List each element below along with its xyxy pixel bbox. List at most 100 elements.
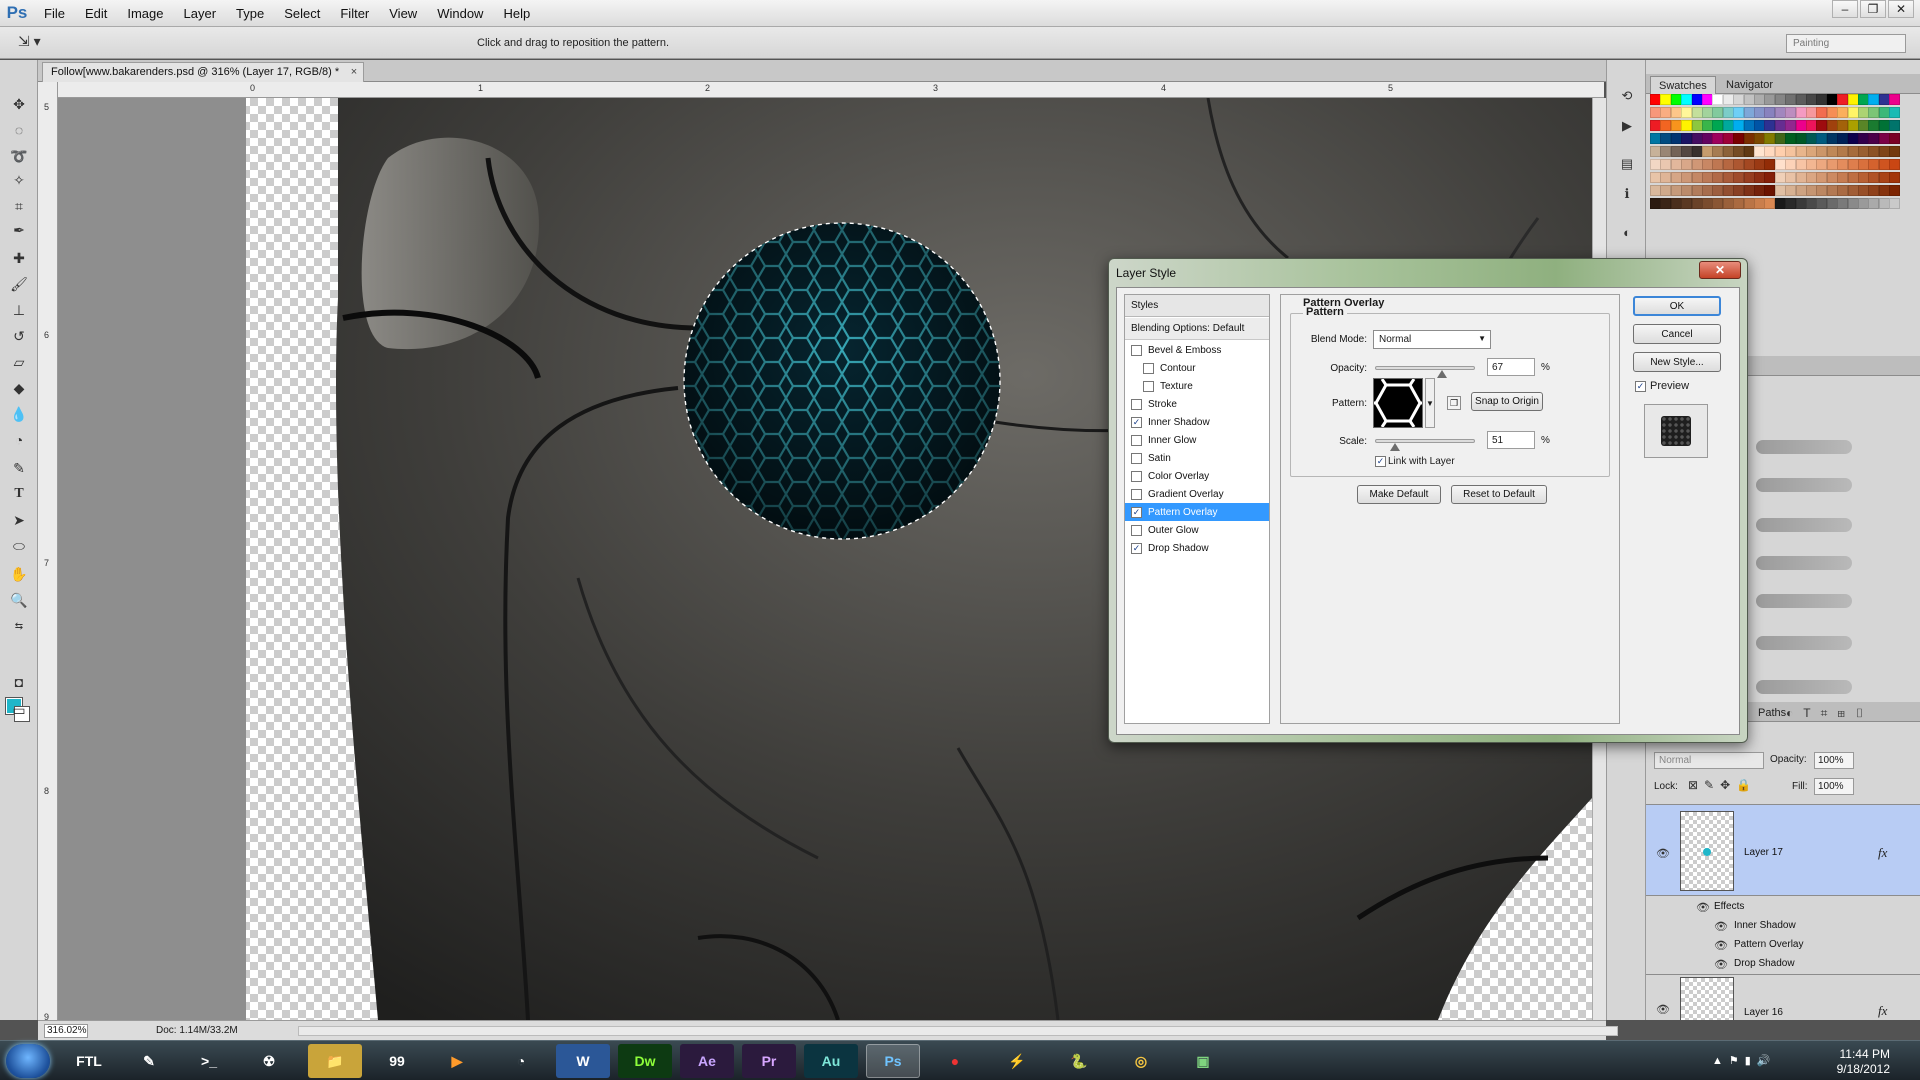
swatch[interactable]	[1868, 146, 1880, 157]
swatch[interactable]	[1764, 146, 1776, 157]
swatch[interactable]	[1670, 159, 1682, 170]
swatch[interactable]	[1733, 198, 1745, 209]
taskbar-app-energy[interactable]: ⚡	[990, 1044, 1044, 1078]
swatch[interactable]	[1858, 159, 1869, 170]
swatch[interactable]	[1660, 94, 1672, 105]
swatch[interactable]	[1774, 133, 1786, 144]
taskbar-app-after-effects[interactable]: Ae	[680, 1044, 734, 1078]
swatch[interactable]	[1754, 198, 1765, 209]
swatch[interactable]	[1785, 94, 1797, 105]
swatch[interactable]	[1702, 120, 1713, 131]
swatch[interactable]	[1878, 146, 1890, 157]
taskbar-app-monitor[interactable]: ▣	[1176, 1044, 1230, 1078]
swatch[interactable]	[1889, 159, 1901, 170]
style-item[interactable]: Texture	[1125, 377, 1269, 395]
effect-row[interactable]: 👁 Pattern Overlay	[1646, 936, 1920, 955]
swatch[interactable]	[1774, 107, 1786, 118]
swatch[interactable]	[1670, 198, 1682, 209]
tool-preset-icon[interactable]: ⇲ ▾	[18, 33, 54, 53]
swatch[interactable]	[1816, 159, 1828, 170]
swatch[interactable]	[1889, 198, 1901, 209]
adjustments-icon[interactable]: ◐	[1617, 222, 1637, 242]
minimize-icon[interactable]: –	[1832, 0, 1858, 18]
swatch[interactable]	[1743, 159, 1755, 170]
opacity-slider-thumb[interactable]	[1437, 370, 1447, 378]
visibility-eye-icon[interactable]: 👁	[1714, 939, 1728, 952]
visibility-eye-icon[interactable]: 👁	[1714, 920, 1728, 933]
swatch[interactable]	[1889, 107, 1901, 118]
snap-to-origin-button[interactable]: Snap to Origin	[1471, 392, 1543, 411]
swatch[interactable]	[1837, 133, 1849, 144]
path-selection-icon[interactable]: ➤	[8, 510, 30, 530]
swatch[interactable]	[1774, 185, 1786, 196]
swatch[interactable]	[1681, 94, 1693, 105]
style-checkbox[interactable]	[1131, 398, 1142, 410]
swatch[interactable]	[1660, 172, 1672, 183]
swatch[interactable]	[1826, 198, 1838, 209]
eraser-tool-icon[interactable]: ▱	[8, 352, 30, 372]
brush-preset[interactable]	[1756, 440, 1852, 454]
swatch[interactable]	[1764, 159, 1776, 170]
swatch[interactable]	[1878, 172, 1890, 183]
taskbar-app-photoshop[interactable]: Ps	[866, 1044, 920, 1078]
swatch[interactable]	[1847, 159, 1859, 170]
fx-icon[interactable]: fx	[1878, 1003, 1887, 1019]
visibility-eye-icon[interactable]: 👁	[1656, 1003, 1670, 1016]
swatch[interactable]	[1733, 133, 1745, 144]
swatch[interactable]	[1743, 146, 1755, 157]
eyedropper-icon[interactable]: ✒	[8, 220, 30, 240]
visibility-eye-icon[interactable]: 👁	[1696, 901, 1710, 914]
swatch[interactable]	[1754, 107, 1765, 118]
lock-icons[interactable]: ⊠✎✥🔒	[1688, 778, 1757, 792]
opacity-slider[interactable]	[1375, 366, 1475, 370]
magic-wand-icon[interactable]: ✧	[8, 170, 30, 190]
menu-select[interactable]: Select	[274, 6, 330, 21]
swatch[interactable]	[1837, 198, 1849, 209]
swatch[interactable]	[1743, 107, 1755, 118]
new-preset-icon[interactable]: ❐	[1447, 396, 1461, 410]
swatch[interactable]	[1816, 120, 1828, 131]
swatch[interactable]	[1702, 185, 1713, 196]
blur-tool-icon[interactable]: 💧	[8, 404, 30, 424]
swatch[interactable]	[1712, 146, 1724, 157]
swatch[interactable]	[1681, 146, 1693, 157]
checkbox[interactable]: ✓	[1635, 380, 1646, 392]
menu-edit[interactable]: Edit	[75, 6, 117, 21]
swatch[interactable]	[1826, 107, 1838, 118]
menu-window[interactable]: Window	[427, 6, 493, 21]
layer-row-selected[interactable]: 👁 Layer 17 fx	[1646, 804, 1920, 896]
swatch[interactable]	[1691, 185, 1703, 196]
style-checkbox[interactable]: ✓	[1131, 506, 1142, 518]
swatch[interactable]	[1816, 172, 1828, 183]
swatch[interactable]	[1681, 120, 1693, 131]
swatch[interactable]	[1754, 172, 1765, 183]
layer-blend-mode-select[interactable]: Normal	[1654, 752, 1764, 769]
swatch[interactable]	[1733, 172, 1745, 183]
swatch[interactable]	[1722, 133, 1734, 144]
swatch[interactable]	[1660, 159, 1672, 170]
taskbar-app-sdp[interactable]: ●	[928, 1044, 982, 1078]
swatch[interactable]	[1806, 94, 1817, 105]
menu-view[interactable]: View	[379, 6, 427, 21]
swatch[interactable]	[1858, 185, 1869, 196]
ok-button[interactable]: OK	[1633, 296, 1721, 316]
swatch[interactable]	[1785, 133, 1797, 144]
swatch[interactable]	[1878, 159, 1890, 170]
swatch[interactable]	[1837, 107, 1849, 118]
swatch[interactable]	[1806, 159, 1817, 170]
style-item[interactable]: Inner Glow	[1125, 431, 1269, 449]
history-icon[interactable]: ⟲	[1617, 86, 1637, 106]
layer-name[interactable]: Layer 16	[1744, 1007, 1783, 1018]
swatch[interactable]	[1722, 107, 1734, 118]
swatch[interactable]	[1712, 185, 1724, 196]
swatch[interactable]	[1733, 185, 1745, 196]
brush-preset[interactable]	[1756, 478, 1852, 492]
swatch[interactable]	[1681, 159, 1693, 170]
taskbar-app-chrome[interactable]: ◎	[1114, 1044, 1168, 1078]
swatch[interactable]	[1712, 172, 1724, 183]
brush-preset[interactable]	[1756, 636, 1852, 650]
style-checkbox[interactable]: ✓	[1131, 416, 1142, 428]
taskbar-app-pen[interactable]: ✎	[122, 1044, 176, 1078]
style-item[interactable]: Bevel & Emboss	[1125, 341, 1269, 359]
swatch[interactable]	[1889, 94, 1901, 105]
